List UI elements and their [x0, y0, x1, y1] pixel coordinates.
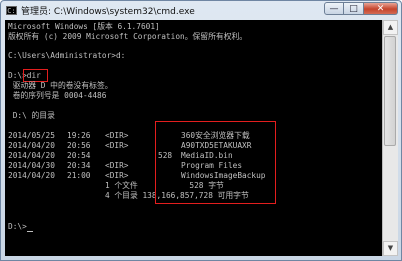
prompt-change-drive: C:\Users\Administrator>d: — [8, 51, 126, 60]
entry-time: 19:26 — [67, 131, 91, 140]
window-controls: — □ ✕ — [324, 2, 398, 15]
entry-date: 2014/04/30 — [8, 161, 55, 170]
entry-type: <DIR> — [105, 161, 129, 170]
entry-date: 2014/05/25 — [8, 131, 55, 140]
entry-time: 20:34 — [67, 161, 91, 170]
entry-time: 20:56 — [67, 141, 91, 150]
minimize-icon: — — [329, 3, 339, 14]
vertical-scrollbar[interactable]: ▲ ▼ — [382, 20, 398, 256]
arrow-down-icon: ▼ — [387, 244, 394, 252]
entry-type: <DIR> — [105, 171, 129, 180]
final-prompt: D:\> — [8, 222, 33, 232]
volume-label: 驱动器 D 中的卷没有标签。 — [8, 81, 113, 90]
console-output[interactable]: Microsoft Windows [版本 6.1.7601] 版权所有 (c)… — [5, 20, 382, 256]
cmd-window: C: 管理员: C:\Windows\system32\cmd.exe — □ … — [0, 0, 402, 261]
header-copyright: 版权所有 (c) 2009 Microsoft Corporation。保留所有… — [8, 32, 248, 41]
scroll-up-button[interactable]: ▲ — [383, 20, 398, 35]
arrow-up-icon: ▲ — [387, 23, 394, 31]
entry-time: 20:54 — [67, 151, 91, 160]
entry-date: 2014/04/20 — [8, 151, 55, 160]
window-title: 管理员: C:\Windows\system32\cmd.exe — [21, 6, 195, 17]
entry-type: <DIR> — [105, 131, 129, 140]
scroll-thumb[interactable] — [384, 36, 396, 146]
title-bar[interactable]: C: 管理员: C:\Windows\system32\cmd.exe — □ … — [1, 1, 401, 19]
volume-serial: 卷的序列号是 0004-4486 — [8, 91, 107, 100]
close-icon: ✕ — [376, 3, 385, 14]
entry-time: 21:00 — [67, 171, 91, 180]
header-version: Microsoft Windows [版本 6.1.7601] — [8, 22, 160, 31]
minimize-button[interactable]: — — [324, 2, 344, 15]
text-cursor — [26, 231, 33, 232]
entry-date: 2014/04/20 — [8, 141, 55, 150]
maximize-button[interactable]: □ — [344, 2, 364, 15]
cmd-prompt-icon: C: — [6, 5, 17, 15]
entry-date: 2014/04/20 — [8, 171, 55, 180]
listing-highlight — [155, 121, 276, 204]
close-button[interactable]: ✕ — [364, 2, 398, 15]
final-prompt-text: D:\> — [8, 222, 27, 231]
maximize-icon: □ — [349, 3, 358, 14]
scroll-down-button[interactable]: ▼ — [383, 241, 398, 256]
entry-type: <DIR> — [105, 141, 129, 150]
directory-of: D:\ 的目录 — [8, 111, 55, 120]
